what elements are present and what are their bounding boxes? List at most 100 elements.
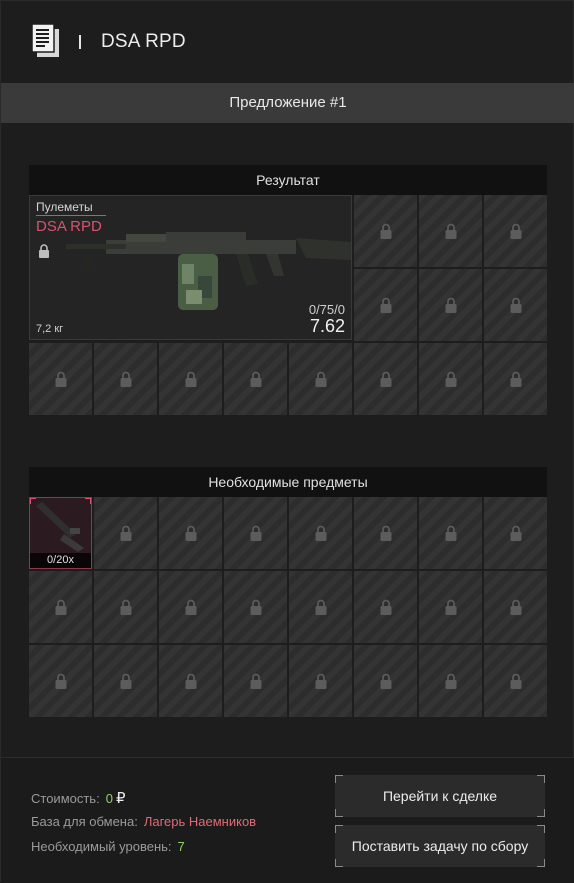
locked-slot — [484, 645, 547, 717]
locked-slot — [94, 571, 157, 643]
locked-slot — [94, 497, 157, 569]
locked-slot — [354, 195, 417, 267]
lock-icon — [445, 297, 456, 313]
locked-slot — [354, 497, 417, 569]
locked-slot — [159, 343, 222, 415]
cost-label: Стоимость: — [31, 791, 100, 806]
lock-icon — [120, 371, 131, 387]
lock-icon — [120, 525, 131, 541]
lock-icon — [445, 223, 456, 239]
lock-icon — [39, 244, 49, 258]
lock-icon — [445, 371, 456, 387]
page-title: DSA RPD — [101, 31, 186, 52]
set-task-button[interactable]: Поставить задачу по сбору — [335, 825, 545, 867]
lock-icon — [510, 525, 521, 541]
lock-icon — [380, 223, 391, 239]
lock-icon — [55, 599, 66, 615]
header: DSA RPD — [1, 1, 574, 81]
result-item-card[interactable]: Пулеметы DSA RPD 0/75/0 7.62 7,2 кг — [29, 195, 352, 340]
lock-icon — [510, 223, 521, 239]
locked-slot — [289, 571, 352, 643]
base-value: Лагерь Наемников — [143, 814, 257, 829]
lock-icon — [445, 673, 456, 689]
locked-slot — [29, 645, 92, 717]
locked-slot — [289, 497, 352, 569]
lock-icon — [185, 371, 196, 387]
lock-icon — [380, 599, 391, 615]
cost-row: Стоимость: 0 ₽ — [31, 789, 125, 807]
footer: Стоимость: 0 ₽ База для обмена: Лагерь Наем… — [1, 757, 574, 883]
machine-gun-image — [66, 232, 351, 310]
lock-icon — [510, 297, 521, 313]
locked-slot — [484, 195, 547, 267]
level-value: 7 — [177, 839, 185, 854]
locked-slot — [29, 571, 92, 643]
weapon-part-image — [36, 502, 84, 552]
lock-icon — [510, 673, 521, 689]
locked-slot — [419, 269, 482, 341]
lock-icon — [250, 525, 261, 541]
lock-icon — [55, 371, 66, 387]
required-item-slot[interactable]: 0/20x — [29, 497, 92, 569]
locked-slot — [354, 645, 417, 717]
locked-slot — [354, 343, 417, 415]
base-label: База для обмена: — [31, 814, 138, 829]
required-panel: Необходимые предметы 0/20x — [29, 467, 547, 717]
lock-icon — [120, 673, 131, 689]
lock-icon — [250, 673, 261, 689]
locked-slot — [289, 343, 352, 415]
locked-slot — [419, 343, 482, 415]
go-to-deal-button[interactable]: Перейти к сделке — [335, 775, 545, 817]
level-row: Необходимый уровень: 7 — [31, 839, 185, 854]
lock-icon — [55, 673, 66, 689]
lock-icon — [380, 673, 391, 689]
ruble-icon: ₽ — [115, 790, 126, 807]
lock-icon — [445, 599, 456, 615]
locked-slot — [484, 497, 547, 569]
result-panel: Результат Пулеметы DSA RPD 0/75/0 7.62 7… — [29, 165, 547, 415]
item-weight: 7,2 кг — [36, 323, 64, 335]
required-grid: 0/20x — [29, 497, 547, 717]
locked-slot — [159, 645, 222, 717]
locked-slot — [224, 645, 287, 717]
cost-value: 0 — [105, 791, 113, 806]
corner-mark — [85, 498, 91, 504]
locked-slot — [29, 343, 92, 415]
locked-slot — [224, 343, 287, 415]
required-heading: Необходимые предметы — [29, 467, 547, 497]
locked-slot — [419, 645, 482, 717]
locked-slot — [419, 571, 482, 643]
lock-icon — [380, 371, 391, 387]
trade-window: DSA RPD Предложение #1 Результат Пулемет… — [0, 0, 574, 883]
lock-icon — [380, 525, 391, 541]
lock-icon — [185, 673, 196, 689]
locked-slot — [419, 195, 482, 267]
locked-slot — [289, 645, 352, 717]
lock-icon — [315, 525, 326, 541]
required-item-count: 0/20x — [30, 553, 91, 568]
locked-slot — [94, 343, 157, 415]
go-to-deal-label: Перейти к сделке — [382, 788, 498, 804]
item-caliber: 7.62 — [309, 316, 345, 336]
lock-icon — [120, 599, 131, 615]
locked-slot — [94, 645, 157, 717]
locked-slot — [354, 269, 417, 341]
locked-slot — [419, 497, 482, 569]
lock-icon — [185, 599, 196, 615]
locked-slot — [224, 497, 287, 569]
result-grid: Пулеметы DSA RPD 0/75/0 7.62 7,2 кг — [29, 195, 547, 415]
locked-slot — [484, 269, 547, 341]
locked-slot — [224, 571, 287, 643]
level-label: Необходимый уровень: — [31, 839, 172, 854]
result-heading: Результат — [29, 165, 547, 195]
lock-icon — [380, 297, 391, 313]
lock-icon — [510, 371, 521, 387]
lock-icon — [510, 599, 521, 615]
lock-icon — [250, 599, 261, 615]
corner-mark — [30, 498, 36, 504]
set-task-label: Поставить задачу по сбору — [351, 838, 529, 854]
documents-icon — [31, 23, 59, 57]
locked-slot — [159, 497, 222, 569]
offer-selector[interactable]: Предложение #1 — [1, 83, 574, 123]
lock-icon — [315, 599, 326, 615]
